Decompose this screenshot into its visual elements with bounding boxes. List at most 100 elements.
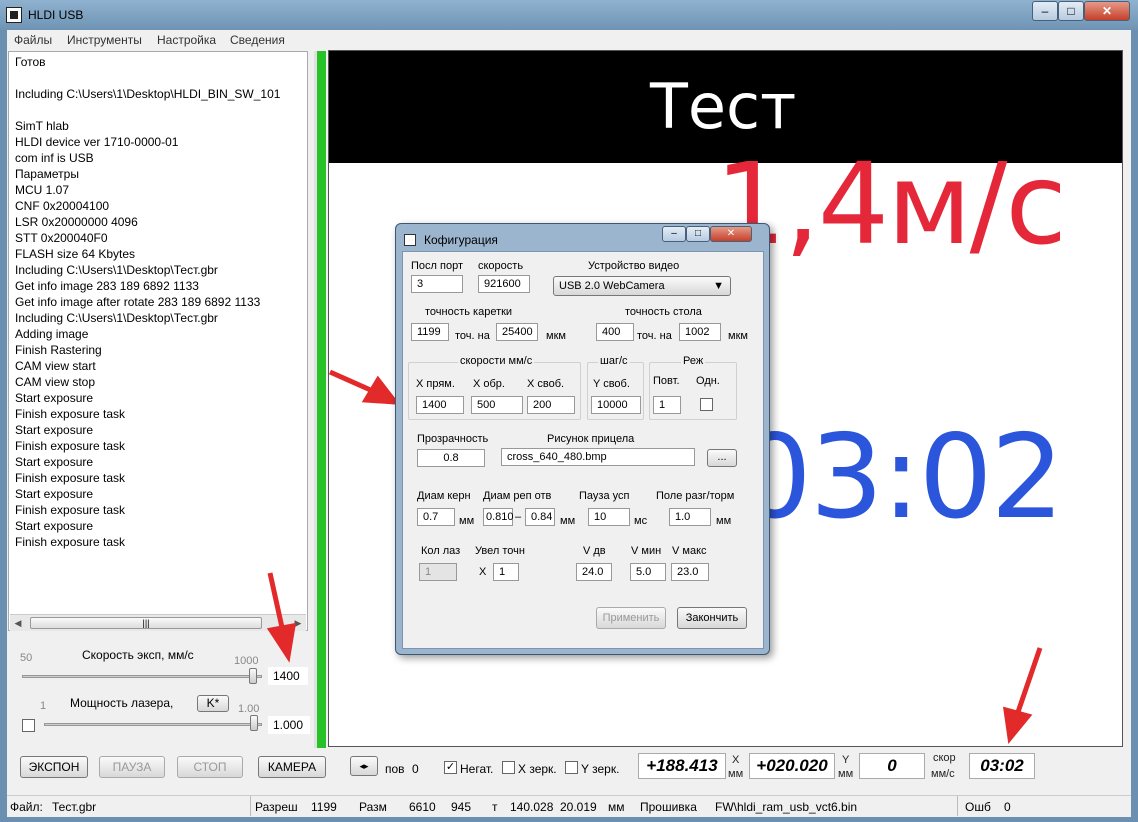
status-err-label: Ошб bbox=[965, 800, 991, 814]
accel-field-label: Поле разг/торм bbox=[656, 490, 735, 502]
v-min-input[interactable]: 5.0 bbox=[630, 563, 666, 581]
x-rev-input[interactable]: 500 bbox=[471, 396, 523, 414]
speed-readout: 0 bbox=[859, 753, 925, 779]
repeat-input[interactable]: 1 bbox=[653, 396, 681, 414]
transparency-label: Прозрачность bbox=[417, 433, 489, 445]
core-diam-input[interactable]: 0.7 bbox=[417, 508, 455, 526]
arrow-to-speed-icon bbox=[266, 572, 297, 663]
speed-readout-unit: мм/с bbox=[931, 768, 955, 780]
pause-input[interactable]: 10 bbox=[588, 508, 630, 526]
time-readout: 03:02 bbox=[969, 753, 1035, 779]
rotate-label: пов bbox=[385, 762, 405, 776]
status-t2: 20.019 bbox=[560, 800, 597, 814]
v-drive-input[interactable]: 24.0 bbox=[576, 563, 612, 581]
status-separator bbox=[250, 796, 251, 816]
status-fw: FW\hldi_ram_usb_vct6.bin bbox=[715, 800, 858, 814]
status-t-label: т bbox=[492, 800, 498, 814]
status-t1: 140.028 bbox=[510, 800, 554, 814]
x-axis-label: X bbox=[732, 754, 740, 766]
x-free-label: X своб. bbox=[527, 378, 565, 390]
dialog-maximize-button[interactable]: □ bbox=[686, 226, 710, 242]
x-fwd-input[interactable]: 1400 bbox=[416, 396, 464, 414]
baud-input[interactable]: 921600 bbox=[478, 275, 530, 293]
y-mirror-label: Y зерк. bbox=[581, 762, 620, 776]
browse-button[interactable]: ... bbox=[707, 449, 737, 467]
status-file: Тест.gbr bbox=[52, 800, 97, 814]
video-select-value: USB 2.0 WebCamera bbox=[559, 280, 665, 292]
status-file-label: Файл: bbox=[10, 800, 43, 814]
port-input[interactable]: 3 bbox=[411, 275, 463, 293]
x-mirror-label: X зерк. bbox=[518, 762, 557, 776]
pause-unit: мс bbox=[634, 515, 648, 527]
port-label: Посл порт bbox=[411, 260, 463, 272]
status-res-label: Разреш bbox=[255, 800, 298, 814]
table-label: точность стола bbox=[625, 306, 702, 318]
ref-diam-dash: – bbox=[515, 511, 522, 523]
baud-label: скорость bbox=[478, 260, 524, 272]
core-diam-unit: мм bbox=[459, 515, 475, 527]
apply-button[interactable]: Применить bbox=[596, 607, 666, 629]
carriage-on-label: точ. на bbox=[455, 330, 490, 342]
zoom-input[interactable]: 1 bbox=[493, 563, 519, 581]
dialog-close-button[interactable]: ✕ bbox=[710, 226, 752, 242]
dialog-body: Посл порт 3 скорость 921600 Устройство в… bbox=[402, 251, 764, 649]
status-res: 1199 bbox=[311, 800, 337, 814]
zoom-label: Увел точн bbox=[475, 545, 525, 557]
arrow-to-time-icon bbox=[1002, 647, 1043, 744]
ref-diam-max-input[interactable]: 0.84 bbox=[525, 508, 555, 526]
status-height: 945 bbox=[451, 800, 472, 814]
negative-checkbox[interactable]: ✓ bbox=[444, 761, 457, 774]
x-fwd-label: X прям. bbox=[416, 378, 455, 390]
lasers-input[interactable]: 1 bbox=[419, 563, 457, 581]
single-label: Одн. bbox=[696, 375, 720, 387]
carriage-um-unit: мкм bbox=[546, 330, 566, 342]
ref-diam-min-input[interactable]: 0.810 bbox=[483, 508, 514, 526]
core-diam-label: Диам керн bbox=[417, 490, 471, 502]
x-free-input[interactable]: 200 bbox=[527, 396, 575, 414]
dialog-minimize-button[interactable]: – bbox=[662, 226, 686, 242]
pause-label: Пауза усп bbox=[579, 490, 630, 502]
carriage-um-input[interactable]: 25400 bbox=[496, 323, 538, 341]
dialog-icon bbox=[404, 234, 416, 246]
x-rev-label: X обр. bbox=[473, 378, 505, 390]
arrow-to-dialog-icon bbox=[328, 369, 401, 405]
video-select[interactable]: USB 2.0 WebCamera ▼ bbox=[553, 276, 731, 296]
y-free-input[interactable]: 10000 bbox=[591, 396, 641, 414]
rotate-value: 0 bbox=[412, 762, 419, 776]
v-max-label: V макс bbox=[672, 545, 707, 557]
v-max-input[interactable]: 23.0 bbox=[671, 563, 709, 581]
single-checkbox[interactable] bbox=[700, 398, 713, 411]
video-label: Устройство видео bbox=[588, 260, 680, 272]
status-width: 6610 bbox=[409, 800, 436, 814]
transparency-input[interactable]: 0.8 bbox=[417, 449, 485, 467]
carriage-points-input[interactable]: 1199 bbox=[411, 323, 449, 341]
table-on-label: точ. на bbox=[637, 330, 672, 342]
accel-field-input[interactable]: 1.0 bbox=[669, 508, 711, 526]
status-bar: Файл: Тест.gbr Разреш 1199 Разм 6610 945… bbox=[7, 795, 1131, 817]
speeds-group-label: скорости мм/с bbox=[458, 355, 535, 367]
table-points-input[interactable]: 400 bbox=[596, 323, 634, 341]
carriage-label: точность каретки bbox=[425, 306, 513, 318]
ref-diam-label: Диам реп отв bbox=[483, 490, 552, 502]
status-separator bbox=[957, 796, 958, 816]
reticle-input[interactable]: cross_640_480.bmp bbox=[501, 448, 695, 466]
table-um-input[interactable]: 1002 bbox=[679, 323, 721, 341]
x-unit: мм bbox=[728, 768, 744, 780]
x-mirror-checkbox[interactable] bbox=[502, 761, 515, 774]
status-unit: мм bbox=[608, 800, 625, 814]
y-mirror-checkbox[interactable] bbox=[565, 761, 578, 774]
step-group-label: шаг/с bbox=[598, 355, 630, 367]
spin-arrows-icon[interactable]: ◂▸ bbox=[350, 756, 378, 776]
finish-button[interactable]: Закончить bbox=[677, 607, 747, 629]
chevron-down-icon: ▼ bbox=[713, 280, 724, 292]
config-dialog[interactable]: Кофигурация – □ ✕ Посл порт 3 скорость 9… bbox=[395, 223, 770, 655]
v-drive-label: V дв bbox=[583, 545, 606, 557]
status-size-label: Разм bbox=[359, 800, 387, 814]
table-um-unit: мкм bbox=[728, 330, 748, 342]
y-axis-label: Y bbox=[842, 754, 850, 766]
speed-readout-label: скор bbox=[933, 752, 956, 764]
status-err: 0 bbox=[1004, 800, 1011, 814]
x-coordinate: +188.413 bbox=[638, 753, 726, 779]
reticle-label: Рисунок прицела bbox=[547, 433, 635, 445]
repeat-label: Повт. bbox=[653, 375, 680, 387]
